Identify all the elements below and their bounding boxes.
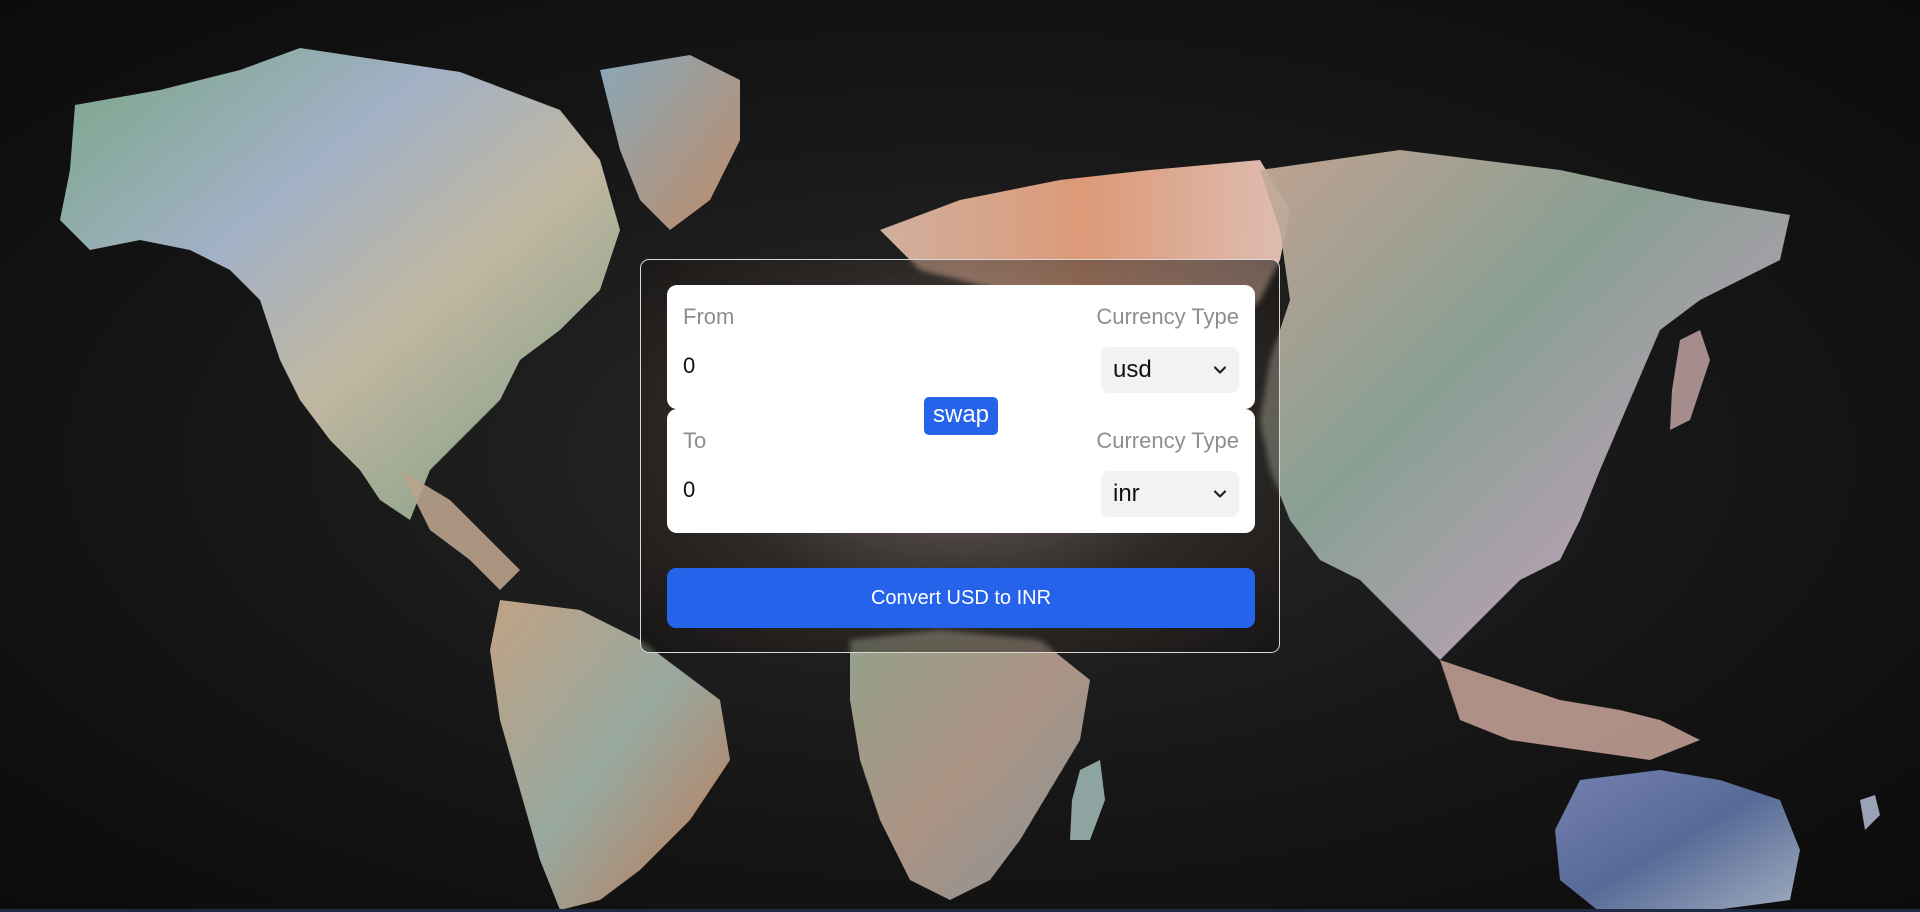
- to-currency-value: inr: [1113, 480, 1140, 507]
- from-currency-select[interactable]: usd: [1101, 347, 1239, 393]
- to-amount-input[interactable]: [683, 471, 1063, 509]
- to-currency-type-label: Currency Type: [1096, 428, 1239, 453]
- converter-card: From Currency Type usd swap To Currency …: [640, 259, 1280, 653]
- from-amount-input[interactable]: [683, 347, 1063, 385]
- from-panel: From Currency Type usd: [667, 285, 1255, 409]
- from-currency-value: usd: [1113, 356, 1152, 383]
- swap-button[interactable]: swap: [922, 395, 1000, 437]
- to-currency-select[interactable]: inr: [1101, 471, 1239, 517]
- to-label: To: [683, 428, 707, 453]
- chevron-down-icon: [1213, 490, 1227, 498]
- chevron-down-icon: [1213, 366, 1227, 374]
- from-label: From: [683, 304, 735, 329]
- convert-button[interactable]: Convert USD to INR: [667, 568, 1255, 628]
- from-currency-type-label: Currency Type: [1096, 304, 1239, 329]
